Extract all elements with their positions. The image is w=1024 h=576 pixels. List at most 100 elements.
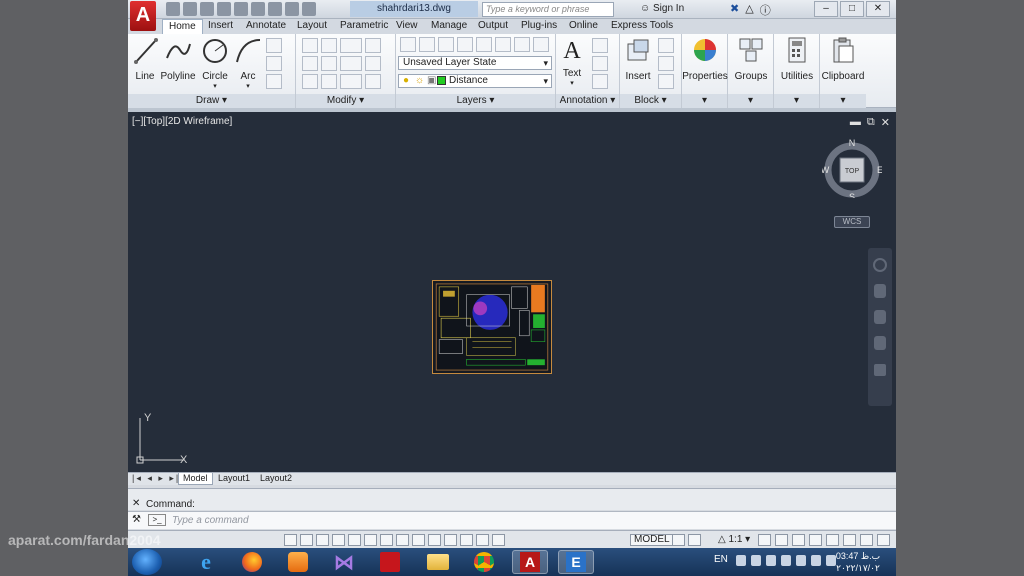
dynamic-ucs-icon[interactable]: [412, 534, 425, 546]
viewcube-east[interactable]: E: [877, 165, 882, 175]
layer-tool-4-icon[interactable]: [457, 37, 473, 52]
tab-annotate[interactable]: Annotate: [246, 19, 286, 34]
annotation-visibility-icon[interactable]: [758, 534, 771, 546]
help-icon[interactable]: ⓘ: [760, 2, 771, 18]
line-button[interactable]: Line: [132, 36, 158, 82]
plot-icon[interactable]: [234, 2, 248, 16]
tab-insert[interactable]: Insert: [208, 19, 233, 34]
tray-battery-icon[interactable]: [811, 555, 821, 566]
create-block-icon[interactable]: [658, 38, 674, 53]
tab-layout1[interactable]: Layout1: [214, 473, 254, 485]
customize-wrench-icon[interactable]: ⚒: [132, 514, 141, 525]
command-prompt-icon[interactable]: >_: [148, 514, 166, 526]
tab-home[interactable]: Home: [162, 19, 203, 34]
layers-panel-label[interactable]: Layers ▾: [396, 94, 555, 108]
redo-icon[interactable]: [285, 2, 299, 16]
viewcube-south[interactable]: S: [849, 192, 855, 198]
move-icon[interactable]: [302, 38, 318, 53]
layer-properties-icon[interactable]: [400, 37, 416, 52]
steering-wheel-icon[interactable]: [873, 258, 887, 272]
minimize-button[interactable]: –: [814, 1, 838, 17]
quick-view-drawings-icon[interactable]: [688, 534, 701, 546]
ortho-mode-icon[interactable]: [332, 534, 345, 546]
polyline-button[interactable]: Polyline: [160, 36, 196, 82]
transparency-icon[interactable]: [460, 534, 473, 546]
layer-tool-8-icon[interactable]: [533, 37, 549, 52]
taskbar-media-player[interactable]: [280, 550, 316, 574]
taskbar-file-explorer[interactable]: [420, 550, 456, 574]
print-icon[interactable]: [251, 2, 265, 16]
more-icon[interactable]: [302, 2, 316, 16]
layer-tool-6-icon[interactable]: [495, 37, 511, 52]
dimension-icon[interactable]: [592, 38, 608, 53]
model-space-button[interactable]: MODEL: [630, 534, 674, 546]
tab-view[interactable]: View: [396, 19, 418, 34]
layer-state-dropdown[interactable]: Unsaved Layer State: [398, 56, 552, 70]
tab-output[interactable]: Output: [478, 19, 508, 34]
3d-osnap-icon[interactable]: [380, 534, 393, 546]
text-dropdown-icon[interactable]: ▾: [558, 79, 586, 87]
tray-app-icon[interactable]: [766, 555, 776, 566]
autodesk-icon[interactable]: △: [745, 2, 753, 18]
viewcube[interactable]: TOP N S E W: [822, 138, 882, 198]
pan-icon[interactable]: [874, 284, 886, 298]
tray-network-icon[interactable]: [751, 555, 761, 566]
layer-dropdown[interactable]: ● ☼ ▣ Distance: [398, 74, 552, 88]
drawing-area[interactable]: [−][Top][2D Wireframe] ▬ ⧉ ✕ TOP N S E W…: [128, 112, 896, 472]
orbit-icon[interactable]: [874, 336, 886, 350]
annotation-panel-label[interactable]: Annotation ▾: [556, 94, 619, 108]
drawing-thumbnail[interactable]: [432, 280, 552, 374]
zoom-icon[interactable]: [874, 310, 886, 324]
taskbar-chrome[interactable]: [466, 550, 502, 574]
rotate-icon[interactable]: [321, 38, 337, 53]
undo-icon[interactable]: [268, 2, 282, 16]
layer-tool-2-icon[interactable]: [419, 37, 435, 52]
language-indicator[interactable]: EN: [714, 554, 728, 565]
quick-properties-icon[interactable]: [476, 534, 489, 546]
fillet-icon[interactable]: [340, 56, 362, 71]
polar-tracking-icon[interactable]: [348, 534, 361, 546]
insert-button[interactable]: Insert: [622, 36, 654, 82]
selection-cycling-icon[interactable]: [492, 534, 505, 546]
erase-icon[interactable]: [365, 38, 381, 53]
quick-view-layouts-icon[interactable]: [672, 534, 685, 546]
clipboard-expand[interactable]: ▾: [820, 94, 866, 108]
taskbar-internet-explorer[interactable]: e: [188, 549, 224, 574]
layer-tool-7-icon[interactable]: [514, 37, 530, 52]
dynamic-input-icon[interactable]: [428, 534, 441, 546]
snap-mode-icon[interactable]: [300, 534, 313, 546]
viewcube-top-face[interactable]: TOP: [845, 168, 860, 175]
taskbar-visual-studio[interactable]: ⋈: [326, 550, 362, 574]
save-as-icon[interactable]: [217, 2, 231, 16]
lock-ui-icon[interactable]: [809, 534, 822, 546]
trim-icon[interactable]: [340, 38, 362, 53]
explode-icon[interactable]: [365, 56, 381, 71]
isolate-objects-icon[interactable]: [843, 534, 856, 546]
viewcube-north[interactable]: N: [849, 138, 856, 148]
exchange-icon[interactable]: ✖: [730, 2, 739, 18]
tray-arrow-icon[interactable]: [736, 555, 746, 566]
clipboard-button[interactable]: Clipboard: [820, 36, 866, 82]
command-input[interactable]: Type a command: [172, 515, 249, 526]
hardware-acceleration-icon[interactable]: [826, 534, 839, 546]
close-button[interactable]: ✕: [866, 1, 890, 17]
mirror-icon[interactable]: [321, 56, 337, 71]
properties-button[interactable]: Properties: [682, 36, 728, 82]
application-menu-button[interactable]: A: [130, 1, 156, 31]
taskbar-firefox[interactable]: [234, 550, 270, 574]
tab-plugins[interactable]: Plug-ins: [521, 19, 557, 34]
object-snap-tracking-icon[interactable]: [396, 534, 409, 546]
tab-online[interactable]: Online: [569, 19, 598, 34]
tray-speaker-icon[interactable]: [781, 555, 791, 566]
attribute-icon[interactable]: [658, 74, 674, 89]
new-icon[interactable]: [166, 2, 180, 16]
showmotion-icon[interactable]: [874, 364, 886, 376]
hatch-icon[interactable]: [266, 74, 282, 89]
object-snap-icon[interactable]: [364, 534, 377, 546]
viewport-minimize-icon[interactable]: ▬: [850, 116, 861, 129]
help-search-input[interactable]: Type a keyword or phrase: [482, 2, 614, 17]
table-icon[interactable]: [592, 74, 608, 89]
arc-dropdown-icon[interactable]: ▾: [234, 82, 262, 90]
tab-layout2[interactable]: Layout2: [256, 473, 296, 485]
clean-screen-icon[interactable]: [877, 534, 890, 546]
